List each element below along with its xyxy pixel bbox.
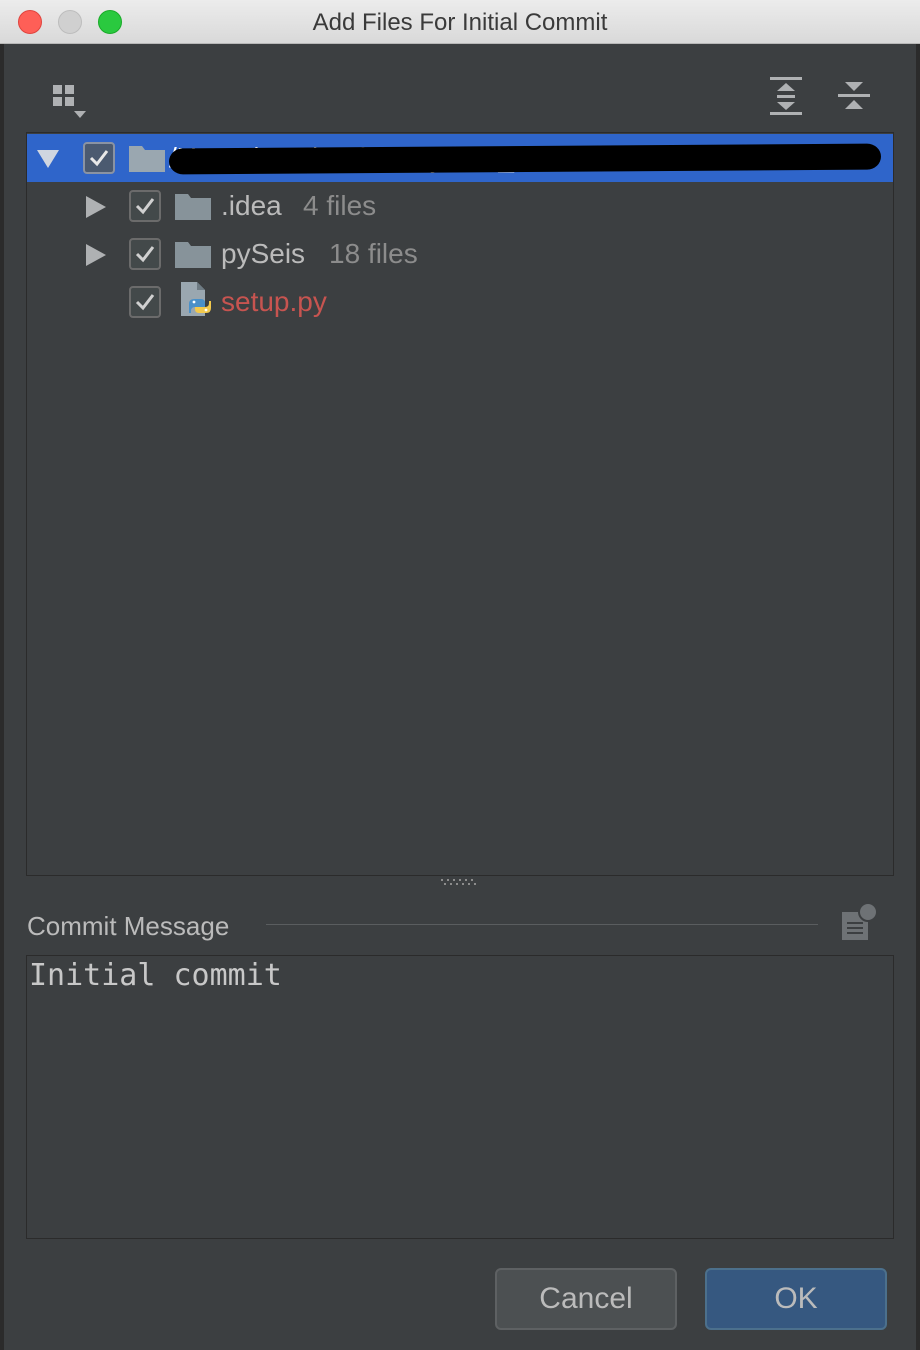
message-history-icon[interactable] — [838, 902, 880, 942]
title-bar: Add Files For Initial Commit — [0, 0, 920, 44]
tree-row-folder[interactable]: pySeis 18 files — [27, 230, 893, 278]
tree-item-label: setup.py — [221, 286, 327, 317]
folder-icon — [175, 242, 211, 268]
redaction-mark — [168, 143, 882, 175]
collapse-all-icon[interactable] — [836, 76, 872, 116]
window-edge — [0, 44, 4, 1350]
item-checkbox[interactable] — [129, 190, 161, 222]
root-checkbox[interactable] — [83, 142, 115, 174]
tree-row-folder[interactable]: .idea 4 files — [27, 182, 893, 230]
python-file-icon — [181, 282, 211, 316]
tree-item-label: .idea — [221, 190, 282, 221]
collapsed-arrow-icon[interactable] — [85, 196, 107, 218]
tree-item-label: pySeis — [221, 238, 306, 269]
expanded-arrow-icon[interactable] — [37, 148, 59, 170]
folder-icon — [129, 146, 165, 172]
changes-tree[interactable]: /Users/y...n/Project/Python_tools 23 fil… — [26, 132, 894, 876]
ok-button[interactable]: OK — [705, 1268, 887, 1330]
window-edge — [916, 44, 920, 1350]
separator — [266, 924, 818, 925]
group-by-icon[interactable] — [52, 84, 88, 120]
folder-icon — [175, 194, 211, 220]
splitter-handle[interactable] — [440, 878, 478, 886]
commit-message-input[interactable]: Initial commit — [26, 955, 894, 1239]
file-count: 18 files — [329, 238, 418, 269]
window-title: Add Files For Initial Commit — [312, 9, 608, 36]
item-checkbox[interactable] — [129, 238, 161, 270]
expand-all-icon[interactable] — [768, 76, 804, 116]
tree-row-root[interactable]: /Users/y...n/Project/Python_tools 23 fil… — [27, 134, 893, 182]
item-checkbox[interactable] — [129, 286, 161, 318]
cancel-button[interactable]: Cancel — [495, 1268, 677, 1330]
file-count: 4 files — [303, 190, 377, 221]
commit-message-label: Commit Message — [27, 911, 230, 941]
tree-row-file[interactable]: setup.py — [27, 278, 893, 326]
collapsed-arrow-icon[interactable] — [85, 244, 107, 266]
